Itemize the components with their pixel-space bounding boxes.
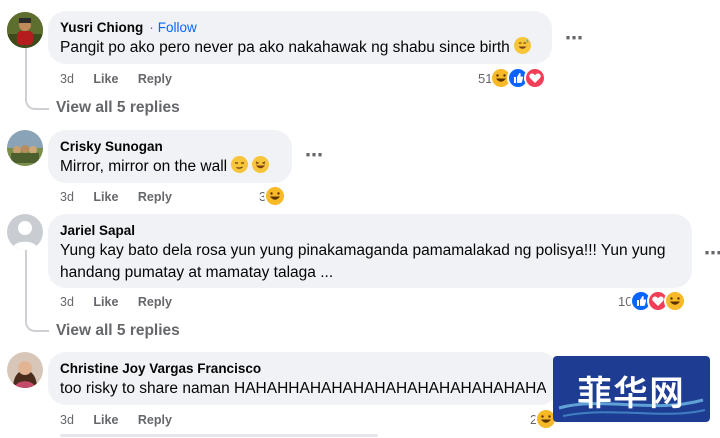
- thread-line: [25, 250, 27, 316]
- avatar[interactable]: [7, 12, 43, 48]
- reaction-summary[interactable]: 51: [478, 67, 547, 89]
- default-avatar-icon[interactable]: [7, 214, 43, 250]
- comment-actions: 3d Like Reply: [60, 294, 188, 310]
- view-replies-link[interactable]: View all 5 replies: [56, 99, 180, 117]
- separator-dot: ·: [149, 20, 154, 35]
- more-options-icon[interactable]: ⋯: [305, 146, 324, 164]
- reply-button[interactable]: Reply: [138, 189, 172, 205]
- thread-connector: [25, 88, 49, 110]
- comment-bubble: Christine Joy Vargas Francisco too risky…: [48, 352, 558, 405]
- more-options-icon[interactable]: ⋯: [565, 29, 584, 47]
- reply-button[interactable]: Reply: [138, 412, 172, 428]
- like-button[interactable]: Like: [93, 71, 118, 87]
- avatar[interactable]: [7, 130, 43, 166]
- more-options-icon[interactable]: ⋯: [704, 244, 720, 262]
- reply-button[interactable]: Reply: [138, 71, 172, 87]
- comment-bubble: Jariel Sapal Yung kay bato dela rosa yun…: [48, 214, 692, 288]
- view-replies-link[interactable]: View all 5 replies: [56, 322, 180, 340]
- reply-input-hint: [60, 434, 378, 437]
- like-button[interactable]: Like: [93, 294, 118, 310]
- laughing-emoji-icon: [252, 156, 270, 173]
- comment-author[interactable]: Christine Joy Vargas Francisco: [60, 361, 261, 376]
- comment-text: Pangit po ako pero never pa ako nakahawa…: [60, 37, 540, 59]
- comment-bubble: Crisky Sunogan Mirror, mirror on the wal…: [48, 130, 292, 183]
- thread-connector: [25, 310, 49, 332]
- reply-button[interactable]: Reply: [138, 294, 172, 310]
- like-button[interactable]: Like: [93, 189, 118, 205]
- site-watermark-logo: 菲华网: [553, 356, 710, 422]
- follow-button[interactable]: Follow: [158, 20, 197, 35]
- watermark-text: 菲华网: [577, 374, 686, 414]
- comment-text: too risky to share naman HAHAHHAHAHAHAHA…: [60, 380, 546, 397]
- reaction-summary[interactable]: 10: [618, 290, 687, 312]
- reaction-summary[interactable]: 3: [259, 185, 287, 207]
- comment-text: Mirror, mirror on the wall: [60, 156, 280, 178]
- comment-time[interactable]: 3d: [60, 71, 74, 87]
- comment-bubble: Yusri Chiong · Follow Pangit po ako pero n…: [48, 11, 552, 64]
- comment-text: Yung kay bato dela rosa yun yung pinakam…: [60, 242, 666, 281]
- haha-reaction-icon: [664, 290, 687, 312]
- comment-time[interactable]: 3d: [60, 412, 74, 428]
- comment-author[interactable]: Jariel Sapal: [60, 223, 135, 238]
- like-button[interactable]: Like: [93, 412, 118, 428]
- comment-actions: 3d Like Reply: [60, 71, 188, 87]
- comment-author[interactable]: Yusri Chiong: [60, 20, 143, 35]
- comment-time[interactable]: 3d: [60, 294, 74, 310]
- grinning-sweat-emoji-icon: [513, 37, 531, 54]
- comment-actions: 3d Like Reply: [60, 189, 188, 205]
- haha-reaction-icon: [264, 185, 287, 207]
- comment-author[interactable]: Crisky Sunogan: [60, 139, 163, 154]
- love-reaction-icon: [524, 67, 547, 89]
- comment-time[interactable]: 3d: [60, 189, 74, 205]
- comment-actions: 3d Like Reply: [60, 412, 188, 428]
- smirk-emoji-icon: [231, 156, 249, 173]
- avatar[interactable]: [7, 352, 43, 388]
